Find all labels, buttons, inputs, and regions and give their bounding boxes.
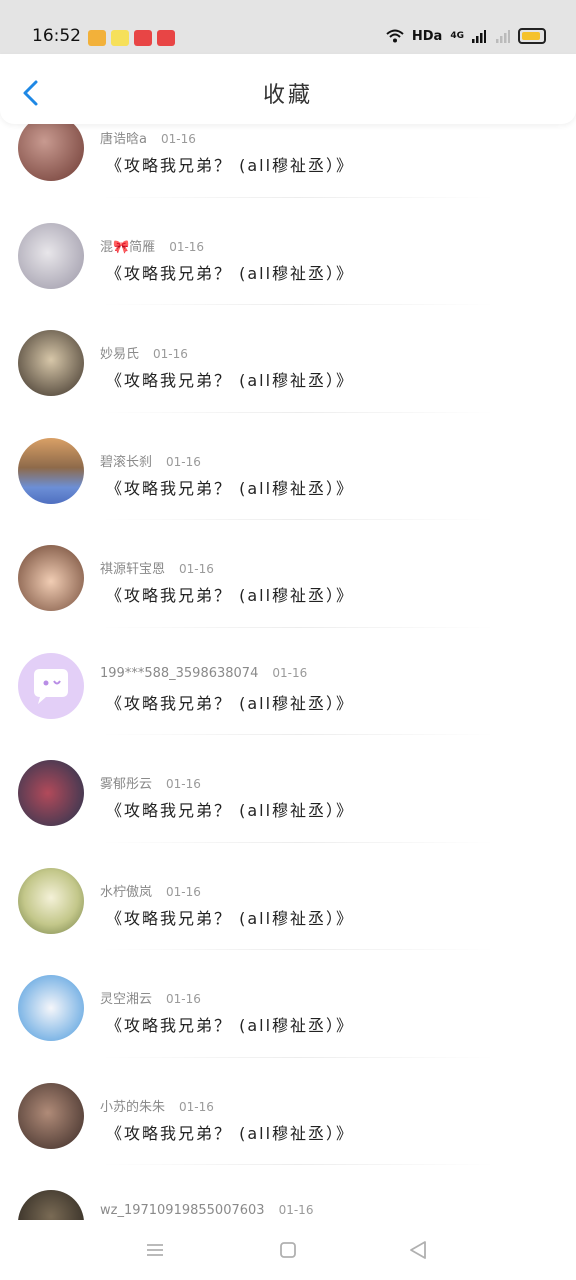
novel-title[interactable]: 《攻略我兄弟？ (all穆祉丞）》	[106, 152, 354, 176]
signal-icon	[472, 29, 486, 43]
item-date: 01-16	[160, 132, 196, 146]
system-icons: HDa 4G	[386, 28, 546, 44]
novel-title[interactable]: 《攻略我兄弟？ (all穆祉丞）》	[106, 475, 354, 499]
novel-title[interactable]: 《攻略我兄弟？ (all穆祉丞）》	[106, 690, 354, 714]
avatar	[18, 437, 84, 504]
app-notification-icon	[88, 30, 106, 46]
cell-label: 4G	[450, 31, 464, 41]
network-label: HDa	[411, 28, 443, 44]
item-date: 01-16	[166, 884, 201, 899]
avatar	[18, 1082, 84, 1149]
list-item[interactable]: 水柠傲岚 01-16 《攻略我兄弟？ (all穆祉丞）》	[0, 843, 576, 950]
author-name: 雾郁彤云	[100, 777, 153, 792]
author-name: wz_19710919855007603	[100, 1203, 265, 1218]
notification-icons	[88, 30, 175, 46]
app-header: 收藏	[0, 54, 576, 124]
author-name: 祺源轩宝恩	[100, 562, 166, 577]
author-name: 199***588_3598638074	[100, 665, 259, 681]
author-name: 小苏的朱朱	[100, 1099, 166, 1115]
author-name: 唐诰晗a	[100, 132, 147, 147]
novel-title[interactable]: 《攻略我兄弟？ (all穆祉丞）》	[106, 367, 354, 391]
list-item[interactable]: wz_19710919855007603 01-16	[0, 1165, 576, 1220]
item-date: 01-16	[179, 1099, 214, 1114]
item-date: 01-16	[169, 239, 205, 254]
author-name: 灵空湘云	[100, 992, 153, 1007]
avatar	[18, 1190, 84, 1220]
novel-title[interactable]: 《攻略我兄弟？ (all穆祉丞）》	[106, 1012, 354, 1036]
avatar	[18, 330, 84, 396]
wifi-icon	[386, 29, 404, 43]
list-item[interactable]: 祺源轩宝恩 01-16 《攻略我兄弟？ (all穆祉丞）》	[0, 520, 576, 628]
author-name: 水柠傲岚	[100, 884, 153, 900]
author-name: 混🎀简雁	[100, 239, 156, 255]
author-name: 妙易氏	[100, 347, 140, 362]
list-item[interactable]: 灵空湘云 01-16 《攻略我兄弟？ (all穆祉丞）》	[0, 950, 576, 1058]
list-item[interactable]: 唐诰晗a 01-16 《攻略我兄弟？ (all穆祉丞）》	[0, 124, 576, 198]
avatar	[18, 867, 84, 934]
battery-icon	[518, 28, 546, 44]
avatar	[18, 760, 84, 826]
item-date: 01-16	[166, 992, 201, 1006]
item-date: 01-16	[278, 1203, 314, 1217]
avatar	[18, 545, 84, 611]
list-item[interactable]: 混🎀简雁 01-16 《攻略我兄弟？ (all穆祉丞）》	[0, 198, 576, 305]
list-item[interactable]: 碧滚长刹 01-16 《攻略我兄弟？ (all穆祉丞）》	[0, 413, 576, 520]
signal-off-icon	[496, 29, 510, 43]
chat-bubble-icon	[34, 668, 68, 704]
novel-title[interactable]: 《攻略我兄弟？ (all穆祉丞）》	[106, 260, 354, 284]
favorites-list[interactable]: 唐诰晗a 01-16 《攻略我兄弟？ (all穆祉丞）》 混🎀简雁 01-16 《攻…	[0, 124, 576, 1220]
app-notification-icon	[157, 30, 175, 46]
item-date: 01-16	[153, 347, 188, 361]
author-name: 碧滚长刹	[100, 454, 153, 470]
status-time: 16:52	[32, 26, 81, 46]
novel-title[interactable]: 《攻略我兄弟？ (all穆祉丞）》	[106, 582, 354, 606]
item-date: 01-16	[166, 454, 201, 469]
home-square-icon[interactable]	[274, 1236, 302, 1264]
list-item[interactable]: 雾郁彤云 01-16 《攻略我兄弟？ (all穆祉丞）》	[0, 735, 576, 843]
avatar	[18, 222, 84, 289]
back-triangle-icon[interactable]	[404, 1236, 432, 1264]
page-title: 收藏	[262, 83, 313, 108]
app-notification-icon	[134, 30, 152, 46]
novel-title[interactable]: 《攻略我兄弟？ (all穆祉丞）》	[106, 797, 354, 821]
list-item[interactable]: 199***588_3598638074 01-16 《攻略我兄弟？ (all穆祉…	[0, 628, 576, 735]
avatar-default	[18, 652, 84, 719]
item-date: 01-16	[166, 777, 201, 791]
app-notification-icon	[111, 30, 129, 46]
item-date: 01-16	[272, 665, 308, 680]
list-item[interactable]: 小苏的朱朱 01-16 《攻略我兄弟？ (all穆祉丞）》	[0, 1058, 576, 1165]
avatar	[18, 975, 84, 1041]
avatar	[18, 124, 84, 181]
list-item[interactable]: 妙易氏 01-16 《攻略我兄弟？ (all穆祉丞）》	[0, 305, 576, 413]
novel-title[interactable]: 《攻略我兄弟？ (all穆祉丞）》	[106, 905, 354, 929]
item-date: 01-16	[179, 562, 214, 576]
status-bar: 16:52 HDa 4G	[0, 0, 576, 54]
menu-icon[interactable]	[141, 1236, 169, 1264]
system-nav-bar	[0, 1220, 576, 1280]
novel-title[interactable]: 《攻略我兄弟？ (all穆祉丞）》	[106, 1120, 354, 1144]
